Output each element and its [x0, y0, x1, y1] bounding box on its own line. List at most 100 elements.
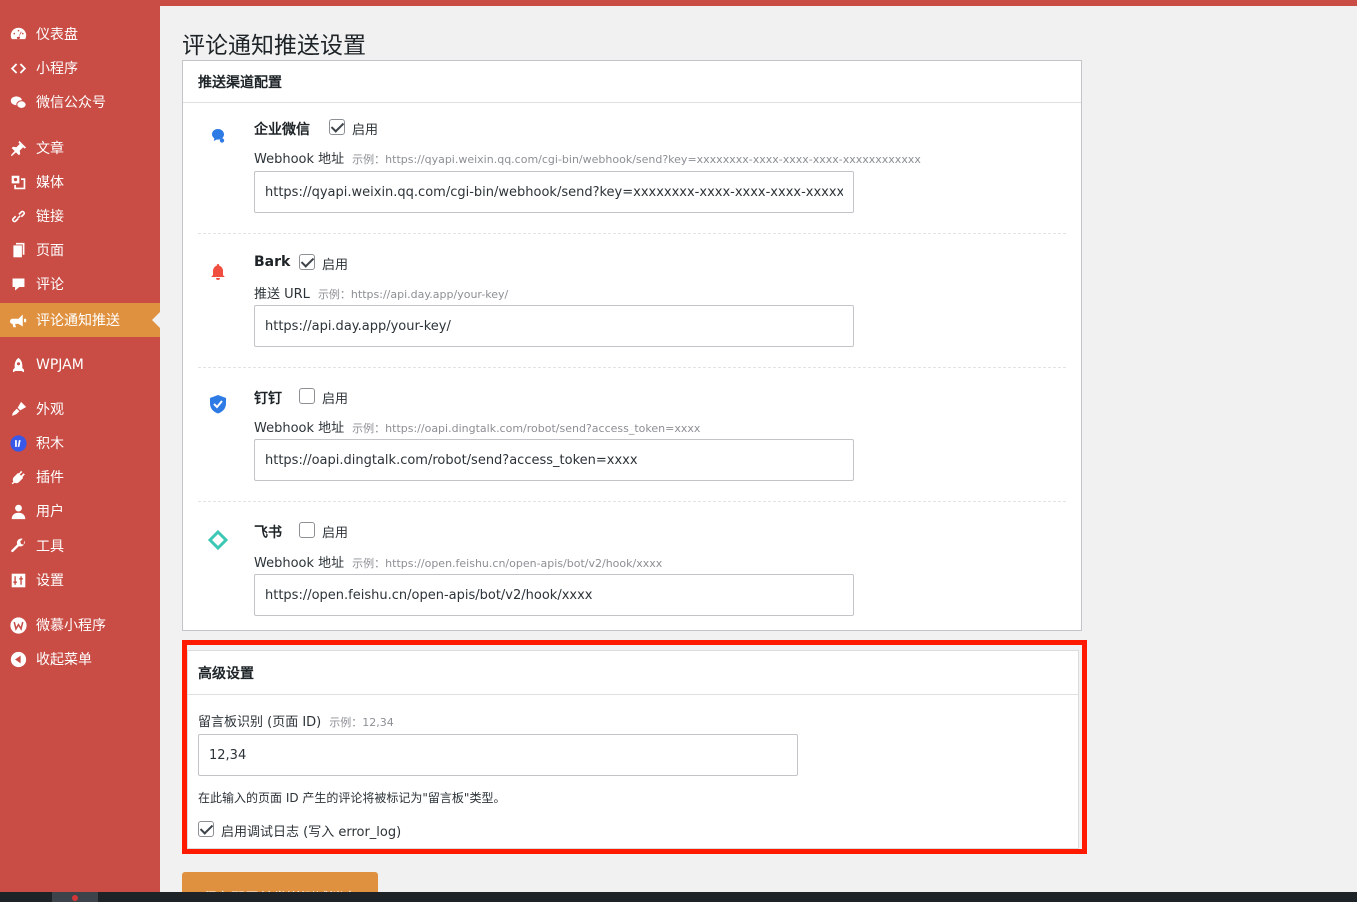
sidebar-item-label: 页面: [36, 243, 64, 259]
wechat-icon: [8, 92, 28, 112]
collapse-icon: [8, 649, 28, 669]
dashboard-icon: [8, 24, 28, 44]
sidebar-item-label: 收起菜单: [36, 652, 92, 668]
board-id-description: 在此输入的页面 ID 产生的评论将被标记为"留言板"类型。: [198, 791, 506, 805]
sidebar-item-label: 积木: [36, 436, 64, 452]
channel-name: Bark: [254, 254, 291, 270]
sidebar-item-comment-push[interactable]: 评论通知推送: [0, 303, 160, 337]
field-label-text: Webhook 地址: [254, 152, 345, 167]
channel-bark: Bark 启用 推送 URL 示例：https://api.day.app/you…: [183, 239, 1083, 369]
comment-icon: [8, 274, 28, 294]
rocket-icon: [8, 355, 28, 375]
shield-check-icon: [207, 393, 229, 415]
brush-icon: [8, 399, 28, 419]
field-label: 推送 URL 示例：https://api.day.app/your-key/: [254, 283, 508, 302]
enable-checkbox-dingtalk[interactable]: [299, 388, 315, 404]
user-icon: [8, 501, 28, 521]
sidebar-item-label: 工具: [36, 539, 64, 555]
webhook-input-dingtalk[interactable]: [254, 439, 854, 481]
page-title: 评论通知推送设置: [182, 33, 366, 59]
code-icon: [8, 58, 28, 78]
sidebar-item-blocks[interactable]: 积木: [0, 426, 160, 460]
enable-label: 启用: [322, 258, 349, 273]
megaphone-icon: [8, 310, 28, 330]
sidebar-item-weimu[interactable]: 微慕小程序: [0, 608, 160, 642]
enable-label: 启用: [322, 392, 349, 407]
field-label: Webhook 地址 示例：https://open.feishu.cn/open…: [254, 552, 662, 571]
channel-separator: [198, 233, 1066, 234]
sidebar-item-label: 微信公众号: [36, 95, 106, 111]
channel-feishu: 飞书 启用 Webhook 地址 示例：https://open.feishu.c…: [183, 507, 1083, 632]
sidebar-item-label: 评论通知推送: [36, 313, 120, 329]
sidebar-item-label: 插件: [36, 470, 64, 486]
debug-log-label: 启用调试日志 (写入 error_log): [221, 825, 402, 840]
sidebar-item-label: WPJAM: [36, 357, 84, 373]
weimu-icon: [8, 615, 28, 635]
sidebar-item-wpjam[interactable]: WPJAM: [0, 348, 160, 382]
webhook-input-feishu[interactable]: [254, 574, 854, 616]
admin-sidebar: 仪表盘 小程序 微信公众号 文章 媒体 链接 页面 评论 评论通知推送 WPJA…: [0, 6, 160, 892]
sidebar-item-users[interactable]: 用户: [0, 494, 160, 528]
taskbar-app[interactable]: [52, 892, 98, 902]
sidebar-item-label: 媒体: [36, 175, 64, 191]
link-icon: [8, 206, 28, 226]
channel-separator: [198, 367, 1066, 368]
sidebar-item-label: 评论: [36, 277, 64, 293]
sidebar-item-collapse[interactable]: 收起菜单: [0, 642, 160, 676]
sidebar-item-label: 小程序: [36, 61, 78, 77]
channel-wecom: 企业微信 启用 Webhook 地址 示例：https://qyapi.weixi…: [183, 104, 1083, 234]
sidebar-item-tools[interactable]: 工具: [0, 529, 160, 563]
sidebar-item-dashboard[interactable]: 仪表盘: [0, 17, 160, 51]
sidebar-item-posts[interactable]: 文章: [0, 131, 160, 165]
board-id-hint: 示例：12,34: [329, 716, 394, 729]
channel-name: 飞书: [254, 525, 282, 541]
sidebar-item-comments[interactable]: 评论: [0, 267, 160, 301]
field-label-text: Webhook 地址: [254, 556, 345, 571]
sidebar-item-label: 仪表盘: [36, 27, 78, 43]
field-label-text: 推送 URL: [254, 287, 310, 302]
sidebar-item-links[interactable]: 链接: [0, 199, 160, 233]
enable-checkbox-bark[interactable]: [299, 254, 315, 270]
board-id-label-text: 留言板识别 (页面 ID): [198, 715, 322, 730]
enable-label: 启用: [352, 123, 379, 138]
sidebar-item-miniprogram[interactable]: 小程序: [0, 51, 160, 85]
push-url-input-bark[interactable]: [254, 305, 854, 347]
sidebar-item-wechat[interactable]: 微信公众号: [0, 85, 160, 119]
blocks-icon: [8, 433, 28, 453]
field-label-text: Webhook 地址: [254, 421, 345, 436]
board-id-input[interactable]: [198, 734, 798, 776]
field-hint: 示例：https://qyapi.weixin.qq.com/cgi-bin/w…: [352, 153, 921, 166]
enable-label: 启用: [322, 526, 349, 541]
enable-checkbox-wecom[interactable]: [329, 119, 345, 135]
bell-icon: [207, 261, 229, 283]
wecom-icon: [207, 125, 229, 147]
board-id-label: 留言板识别 (页面 ID) 示例：12,34: [198, 711, 394, 730]
webhook-input-wecom[interactable]: [254, 171, 854, 213]
sidebar-item-label: 用户: [36, 504, 64, 520]
channel-name: 企业微信: [254, 122, 310, 138]
channel-name: 钉钉: [254, 391, 282, 407]
channels-panel-title: 推送渠道配置: [183, 61, 1081, 103]
sidebar-item-media[interactable]: 媒体: [0, 165, 160, 199]
media-icon: [8, 172, 28, 192]
sidebar-item-label: 文章: [36, 141, 64, 157]
advanced-panel-title: 高级设置: [188, 651, 1078, 695]
enable-checkbox-feishu[interactable]: [299, 522, 315, 538]
sidebar-item-appearance[interactable]: 外观: [0, 392, 160, 426]
debug-log-checkbox[interactable]: [198, 821, 214, 837]
field-label: Webhook 地址 示例：https://qyapi.weixin.qq.com…: [254, 148, 921, 167]
pin-icon: [8, 138, 28, 158]
field-hint: 示例：https://api.day.app/your-key/: [317, 288, 509, 301]
field-label: Webhook 地址 示例：https://oapi.dingtalk.com/r…: [254, 417, 700, 436]
sidebar-item-settings[interactable]: 设置: [0, 563, 160, 597]
channels-panel: 推送渠道配置 企业微信 启用 Webhook 地址 示例：https://qyap…: [182, 60, 1082, 631]
wrench-icon: [8, 536, 28, 556]
field-hint: 示例：https://oapi.dingtalk.com/robot/send?…: [352, 422, 701, 435]
advanced-panel: 高级设置 留言板识别 (页面 ID) 示例：12,34 在此输入的页面 ID 产生…: [187, 650, 1079, 849]
channel-separator: [198, 501, 1066, 502]
taskbar: [0, 892, 1357, 902]
sidebar-item-plugins[interactable]: 插件: [0, 460, 160, 494]
sidebar-item-pages[interactable]: 页面: [0, 233, 160, 267]
field-hint: 示例：https://open.feishu.cn/open-apis/bot/…: [352, 557, 663, 570]
sidebar-item-label: 链接: [36, 209, 64, 225]
